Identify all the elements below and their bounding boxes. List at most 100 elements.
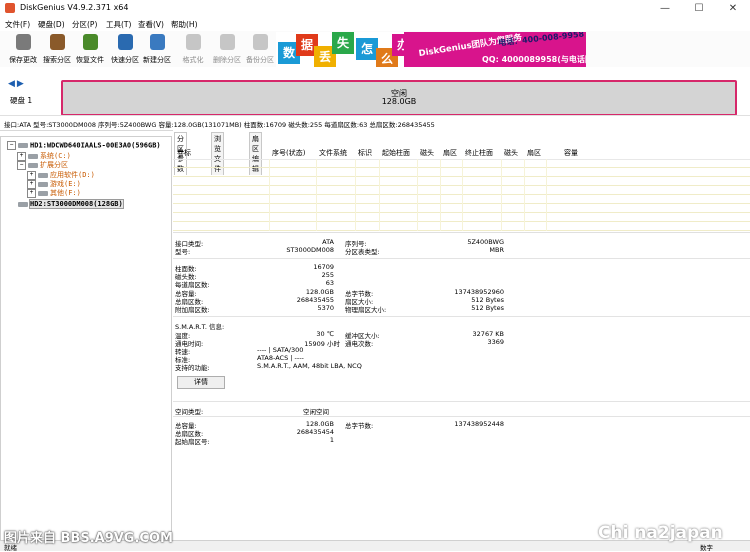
toolbar-button-6[interactable]: 删除分区 <box>211 33 243 65</box>
detail-label: 型号: <box>175 248 191 256</box>
detail-value: 15909 小时 <box>304 340 340 348</box>
col-end-head[interactable]: 磁头 <box>504 148 518 158</box>
menu-bar: 文件(F) 硬盘(D) 分区(P) 工具(T) 查看(V) 帮助(H) <box>0 17 750 31</box>
menu-partition[interactable]: 分区(P) <box>72 19 97 30</box>
maximize-button[interactable]: ☐ <box>682 0 716 17</box>
toolbar-button-5[interactable]: 格式化 <box>177 33 209 65</box>
toolbar-button-2[interactable]: 恢复文件 <box>74 33 106 65</box>
backup-icon <box>253 34 268 50</box>
collapse-icon[interactable]: − <box>17 160 26 170</box>
partition-table-header: 卷标 序号(状态) 文件系统 标识 起始柱面 磁头 扇区 终止柱面 磁头 扇区 … <box>173 145 750 160</box>
col-start-sector[interactable]: 扇区 <box>443 148 457 158</box>
watermark-left: 图片来自 BBS.A9VG.COM <box>4 531 173 546</box>
tree-item[interactable]: − HD1:WDCWD640IAALS-00E3A0(596GB) <box>7 141 161 150</box>
detail-label: 起始扇区号: <box>175 438 210 446</box>
grid-col-line <box>269 159 270 231</box>
detail-value: MBR <box>489 246 504 254</box>
partition-table-grid <box>173 159 750 231</box>
collapse-icon[interactable]: − <box>7 141 16 150</box>
divider <box>173 416 750 417</box>
tree-item-label: 扩展分区 <box>40 161 68 169</box>
detail-value: ATA8-ACS | ---- <box>257 354 304 362</box>
save-icon <box>16 34 31 50</box>
toolbar-label: 恢复文件 <box>76 56 104 64</box>
detail-value: 5Z400BWG <box>467 238 504 246</box>
col-start-head[interactable]: 磁头 <box>420 148 434 158</box>
detail-value: 128.0GB <box>305 420 334 428</box>
menu-file[interactable]: 文件(F) <box>5 19 30 30</box>
detail-value: 137438952960 <box>454 288 504 296</box>
detail-value: 16709 <box>313 263 334 271</box>
col-index-status[interactable]: 序号(状态) <box>272 148 305 158</box>
menu-help[interactable]: 帮助(H) <box>171 19 198 30</box>
col-volume-label[interactable]: 卷标 <box>177 148 191 158</box>
banner-qq-text: QQ: 4000089958(与电话同号) <box>482 55 586 64</box>
detail-value: 空闲空间 <box>303 408 329 416</box>
detail-value: 512 Bytes <box>471 304 504 312</box>
free-space-partition-bar[interactable]: 空闲 128.0GB <box>61 80 737 116</box>
detail-value: S.M.A.R.T., AAM, 48bit LBA, NCQ <box>257 362 362 370</box>
col-capacity[interactable]: 容量 <box>564 148 578 158</box>
promo-banner[interactable]: 数据丢失怎么办 DiskGenius团队为您服务 电话：400-008-9958… <box>276 32 586 67</box>
close-button[interactable]: ✕ <box>716 0 750 17</box>
col-end-cylinder[interactable]: 终止柱面 <box>465 148 493 158</box>
toolbar-button-1[interactable]: 搜索分区 <box>41 33 73 65</box>
menu-view[interactable]: 查看(V) <box>138 19 164 30</box>
detail-value: 255 <box>321 271 334 279</box>
menu-tools[interactable]: 工具(T) <box>106 19 131 30</box>
grid-col-line <box>440 159 441 231</box>
col-flag[interactable]: 标识 <box>358 148 372 158</box>
detail-label: 总字节数: <box>345 422 374 430</box>
detail-value: 512 Bytes <box>471 296 504 304</box>
smart-details-button[interactable]: 详情 <box>177 376 225 389</box>
banner-tile: 失 <box>332 32 354 54</box>
divider <box>173 316 750 317</box>
detail-label: 物理扇区大小: <box>345 306 387 314</box>
grid-col-line <box>524 159 525 231</box>
partition-icon <box>38 190 48 196</box>
disk-details: 接口类型: ATA 序列号: 5Z400BWG 型号: ST3000DM008 … <box>173 232 750 549</box>
tree-item[interactable]: HD2:ST3000DM008(128GB) <box>7 199 124 209</box>
partition-size: 128.0GB <box>381 97 417 106</box>
partition-icon <box>28 153 38 159</box>
grid-col-line <box>316 159 317 231</box>
tree-item[interactable]: + 其他(F:) <box>27 188 81 198</box>
col-end-sector[interactable]: 扇区 <box>527 148 541 158</box>
detail-value: 1 <box>329 436 334 444</box>
col-start-cylinder[interactable]: 起始柱面 <box>382 148 410 158</box>
detail-value: 268435454 <box>296 428 334 436</box>
disk-label: 硬盘 1 <box>10 96 33 105</box>
tree-item-label: HD1:WDCWD640IAALS-00E3A0(596GB) <box>30 141 161 150</box>
grid-col-line <box>546 159 547 231</box>
disk-nav-arrows[interactable]: ◀▶ <box>8 79 26 89</box>
toolbar-button-0[interactable]: 保存更改 <box>7 33 39 65</box>
format-icon <box>186 34 201 50</box>
disk-icon <box>18 201 28 207</box>
detail-label: 分区表类型: <box>345 248 380 256</box>
partition-icon <box>28 162 38 168</box>
toolbar-button-7[interactable]: 备份分区 <box>244 33 276 65</box>
tree-item-label: HD2:ST3000DM008(128GB) <box>29 199 124 209</box>
col-filesystem[interactable]: 文件系统 <box>319 148 347 158</box>
divider <box>173 401 750 402</box>
toolbar-label: 备份分区 <box>246 56 274 64</box>
minimize-button[interactable]: — <box>648 0 682 17</box>
detail-value: ---- | SATA/300 <box>257 346 304 354</box>
detail-value: 5370 <box>317 304 334 312</box>
status-numlock: 数字 <box>700 544 713 552</box>
disk-info-text: 接口:ATA 型号:ST3000DM008 序列号:5Z400BWG 容量:12… <box>4 121 435 129</box>
trash-icon <box>220 34 235 50</box>
app-logo-icon <box>5 3 15 13</box>
tree-item[interactable]: − 扩展分区 <box>17 160 68 170</box>
toolbar-button-4[interactable]: 新建分区 <box>141 33 173 65</box>
detail-value: 30 ℃ <box>316 330 334 338</box>
detail-value: 128.0GB <box>305 288 334 296</box>
menu-disk[interactable]: 硬盘(D) <box>38 19 65 30</box>
expand-icon[interactable]: + <box>27 188 36 198</box>
partition-icon <box>38 181 48 187</box>
detail-label: 支持的功能: <box>175 364 210 372</box>
detail-value: 3369 <box>487 338 504 346</box>
tree-item-label: 游戏(E:) <box>50 180 81 188</box>
detail-value: 32767 KB <box>472 330 504 338</box>
detail-value: ST3000DM008 <box>286 246 334 254</box>
